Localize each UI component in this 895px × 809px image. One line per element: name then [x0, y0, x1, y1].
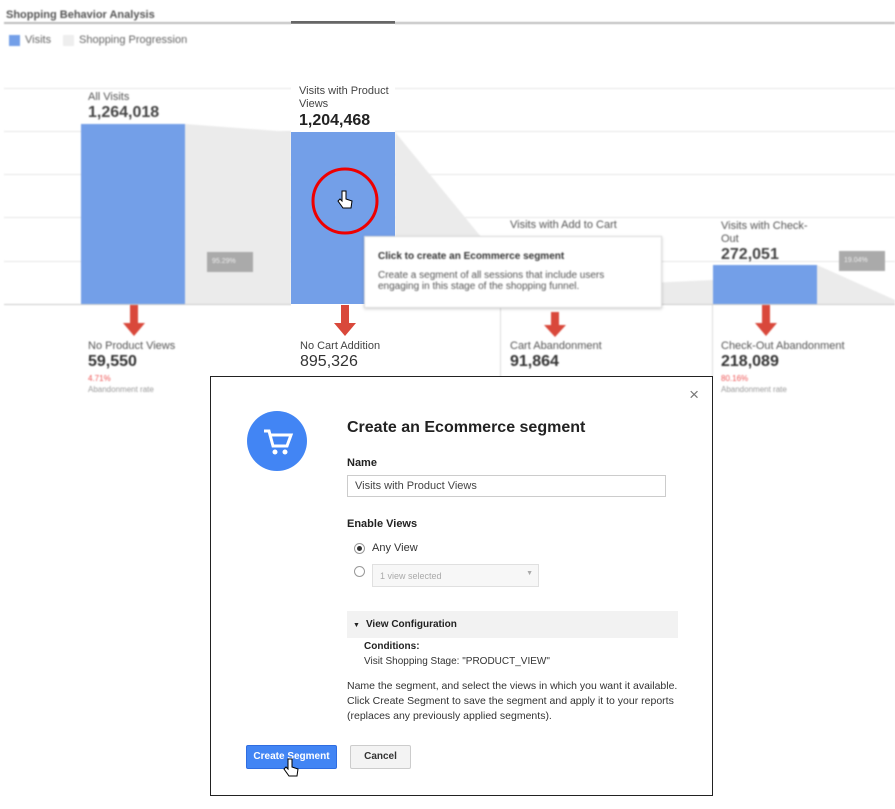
drop-arrow-icon	[755, 305, 777, 336]
drop-value: 218,089	[721, 353, 779, 370]
drop-arrow-icon	[334, 305, 356, 336]
progression-rate: 95.29%	[207, 252, 253, 272]
hand-cursor-icon	[283, 758, 299, 777]
view-configuration-toggle[interactable]: ▼ View Configuration	[347, 611, 678, 638]
stage-label: All Visits	[88, 91, 130, 103]
rate-label: Abandonment rate	[721, 385, 787, 394]
abandonment-rate: 80.16%	[721, 374, 749, 383]
stage-label: Visits with Add to Cart	[510, 219, 617, 231]
abandonment-rate: 4.71%	[88, 374, 111, 383]
stage-value: 272,051	[721, 246, 779, 263]
drop-label: Cart Abandonment	[510, 340, 602, 352]
hand-cursor-icon	[337, 190, 353, 209]
drop-value: 895,326	[300, 353, 358, 370]
drop-arrow-icon	[123, 305, 145, 336]
condition-text: Visit Shopping Stage: "PRODUCT_VIEW"	[364, 656, 550, 667]
drop-value: 91,864	[510, 353, 559, 370]
tooltip-body: Create a segment of all sessions that in…	[378, 270, 605, 292]
progression-rate: 19.04%	[839, 251, 885, 271]
enable-views-label: Enable Views	[347, 518, 418, 530]
stage-label: Visits with Check-Out	[721, 220, 808, 245]
tooltip: Click to create an Ecommerce segment Crea…	[364, 236, 662, 308]
drop-label: Check-Out Abandonment	[721, 340, 845, 352]
view-select-value: 1 view selected	[380, 571, 442, 581]
chevron-down-icon: ▼	[526, 570, 533, 577]
name-label: Name	[347, 457, 377, 469]
stage-value: 1,204,468	[299, 112, 371, 129]
bar-all-visits[interactable]	[81, 124, 185, 304]
close-icon[interactable]: ×	[689, 385, 699, 405]
any-view-radio[interactable]	[354, 543, 365, 554]
segment-name-input[interactable]	[347, 475, 666, 497]
divider	[712, 305, 713, 377]
divider	[500, 305, 501, 377]
drop-label: No Cart Addition	[300, 340, 381, 352]
view-select-dropdown[interactable]: 1 view selected ▼	[372, 564, 539, 587]
create-segment-dialog: × Create an Ecommerce segment Name Enabl…	[210, 376, 713, 796]
cart-icon	[247, 411, 307, 471]
tooltip-title: Click to create an Ecommerce segment	[378, 251, 565, 262]
dialog-title: Create an Ecommerce segment	[347, 419, 586, 436]
select-view-radio[interactable]	[354, 566, 365, 577]
rate-label: Abandonment rate	[88, 385, 154, 394]
divider	[291, 23, 395, 24]
help-text: Name the segment, and select the views i…	[347, 680, 678, 722]
bar-check-out[interactable]	[713, 265, 817, 304]
stage-label: Visits with Product Views	[299, 85, 389, 110]
conditions-label: Conditions:	[364, 641, 420, 652]
drop-label: No Product Views	[88, 340, 176, 352]
stage-value: 1,264,018	[88, 104, 160, 121]
cancel-button[interactable]: Cancel	[350, 745, 411, 769]
config-label: View Configuration	[365, 619, 457, 630]
any-view-label: Any View	[372, 542, 418, 554]
caret-down-icon: ▼	[353, 622, 360, 629]
drop-arrow-icon	[544, 312, 566, 337]
drop-value: 59,550	[88, 353, 137, 370]
